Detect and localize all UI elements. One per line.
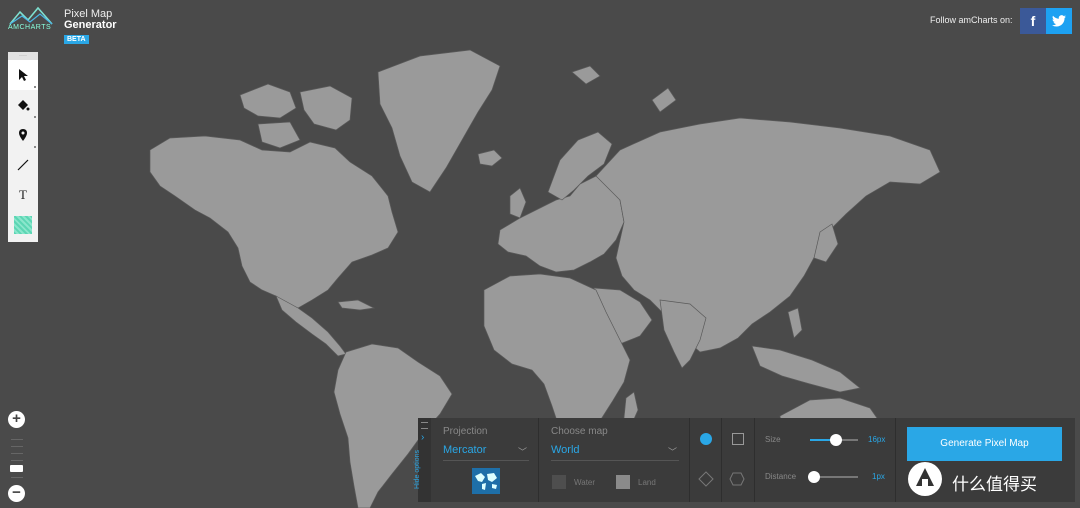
distance-slider-knob[interactable]: [807, 471, 820, 483]
distance-label: Distance: [765, 472, 797, 481]
beta-badge: BETA: [64, 35, 89, 44]
tool-corner-mark: [34, 146, 36, 148]
zoom-tick: [11, 460, 23, 461]
facebook-icon: f: [1030, 13, 1036, 29]
logo-text: AMCHARTS: [8, 24, 52, 31]
svalbard[interactable]: [571, 65, 601, 85]
map-pin-icon: [19, 129, 27, 141]
greenland[interactable]: [377, 49, 501, 193]
choose-map-label: Choose map: [551, 426, 608, 437]
tool-paint[interactable]: [8, 90, 38, 120]
circle-shape-option[interactable]: [699, 432, 713, 446]
watermark-text: 什么值得买: [952, 475, 1037, 494]
size-value: 16px: [868, 435, 886, 444]
zoom-tick: [11, 453, 23, 454]
zoom-handle[interactable]: [10, 465, 23, 472]
twitter-button[interactable]: [1046, 8, 1072, 34]
square-shape-option[interactable]: [731, 432, 745, 446]
arctic-islands[interactable]: [239, 83, 297, 119]
watermark-logo-icon: [908, 462, 942, 496]
text-icon: T: [19, 187, 27, 202]
land-color-swatch[interactable]: [616, 475, 630, 489]
pattern-swatch-icon: [14, 216, 32, 234]
hexagon-shape-option[interactable]: [729, 471, 745, 487]
tool-corner-mark: [34, 116, 36, 118]
map-select[interactable]: World: [551, 444, 580, 456]
amcharts-logo[interactable]: [8, 6, 54, 36]
app-title-line2: Generator: [64, 19, 117, 31]
facebook-button[interactable]: f: [1020, 8, 1046, 34]
twitter-icon: [1052, 15, 1066, 27]
follow-text: Follow amCharts on:: [930, 15, 1013, 25]
map-underline: [551, 460, 679, 461]
tool-palette: ···· T: [8, 52, 38, 242]
central-america[interactable]: [275, 295, 347, 357]
panel-separator: [754, 418, 755, 502]
chevron-right-icon: ›: [421, 432, 425, 443]
southeast-asia-islands[interactable]: [751, 345, 861, 393]
diamond-shape-option[interactable]: [698, 471, 714, 487]
water-color-swatch[interactable]: [552, 475, 566, 489]
zoom-tick: [11, 446, 23, 447]
generate-pixel-map-button[interactable]: Generate Pixel Map: [907, 427, 1062, 461]
zoom-in-button[interactable]: +: [8, 411, 25, 428]
palette-grip[interactable]: ····: [8, 52, 38, 60]
tool-line[interactable]: [8, 150, 38, 180]
zoom-out-button[interactable]: −: [8, 485, 25, 502]
chevron-down-icon[interactable]: ﹀: [668, 445, 677, 458]
tool-marker[interactable]: [8, 120, 38, 150]
united-kingdom[interactable]: [509, 187, 527, 219]
projection-label: Projection: [443, 426, 488, 437]
philippines[interactable]: [787, 307, 803, 339]
cuba[interactable]: [337, 299, 376, 311]
baffin-island[interactable]: [299, 85, 353, 131]
projection-preview-icon: [472, 468, 500, 494]
novaya-zemlya[interactable]: [651, 87, 677, 113]
panel-separator: [721, 418, 722, 502]
chevron-down-icon[interactable]: ﹀: [518, 445, 527, 458]
iceland[interactable]: [477, 149, 503, 167]
hide-options-label: Hide options: [413, 450, 421, 489]
land-label: Land: [638, 478, 656, 487]
panel-separator: [895, 418, 896, 502]
paint-bucket-icon: [18, 100, 30, 111]
menu-icon: [421, 422, 428, 429]
size-slider-knob[interactable]: [830, 434, 843, 446]
tool-select[interactable]: [8, 60, 38, 90]
hide-options-toggle[interactable]: › Hide options: [414, 418, 431, 502]
zoom-tick: [11, 439, 23, 440]
arctic-islands-2[interactable]: [257, 121, 301, 149]
app-title: Pixel Map Generator BETA: [64, 9, 117, 44]
panel-separator: [538, 418, 539, 502]
size-label: Size: [765, 435, 781, 444]
line-icon: [17, 159, 29, 171]
watermark: 什么值得买: [908, 462, 1080, 498]
zoom-tick: [11, 477, 23, 478]
water-label: Water: [574, 478, 596, 487]
panel-separator: [689, 418, 690, 502]
north-america[interactable]: [149, 135, 399, 309]
projection-select[interactable]: Mercator: [443, 444, 486, 456]
tool-text[interactable]: T: [8, 180, 38, 210]
cursor-icon: [19, 69, 28, 81]
distance-value: 1px: [872, 472, 885, 481]
tool-pattern[interactable]: [8, 210, 38, 240]
tool-corner-mark: [34, 86, 36, 88]
projection-underline: [443, 460, 529, 461]
